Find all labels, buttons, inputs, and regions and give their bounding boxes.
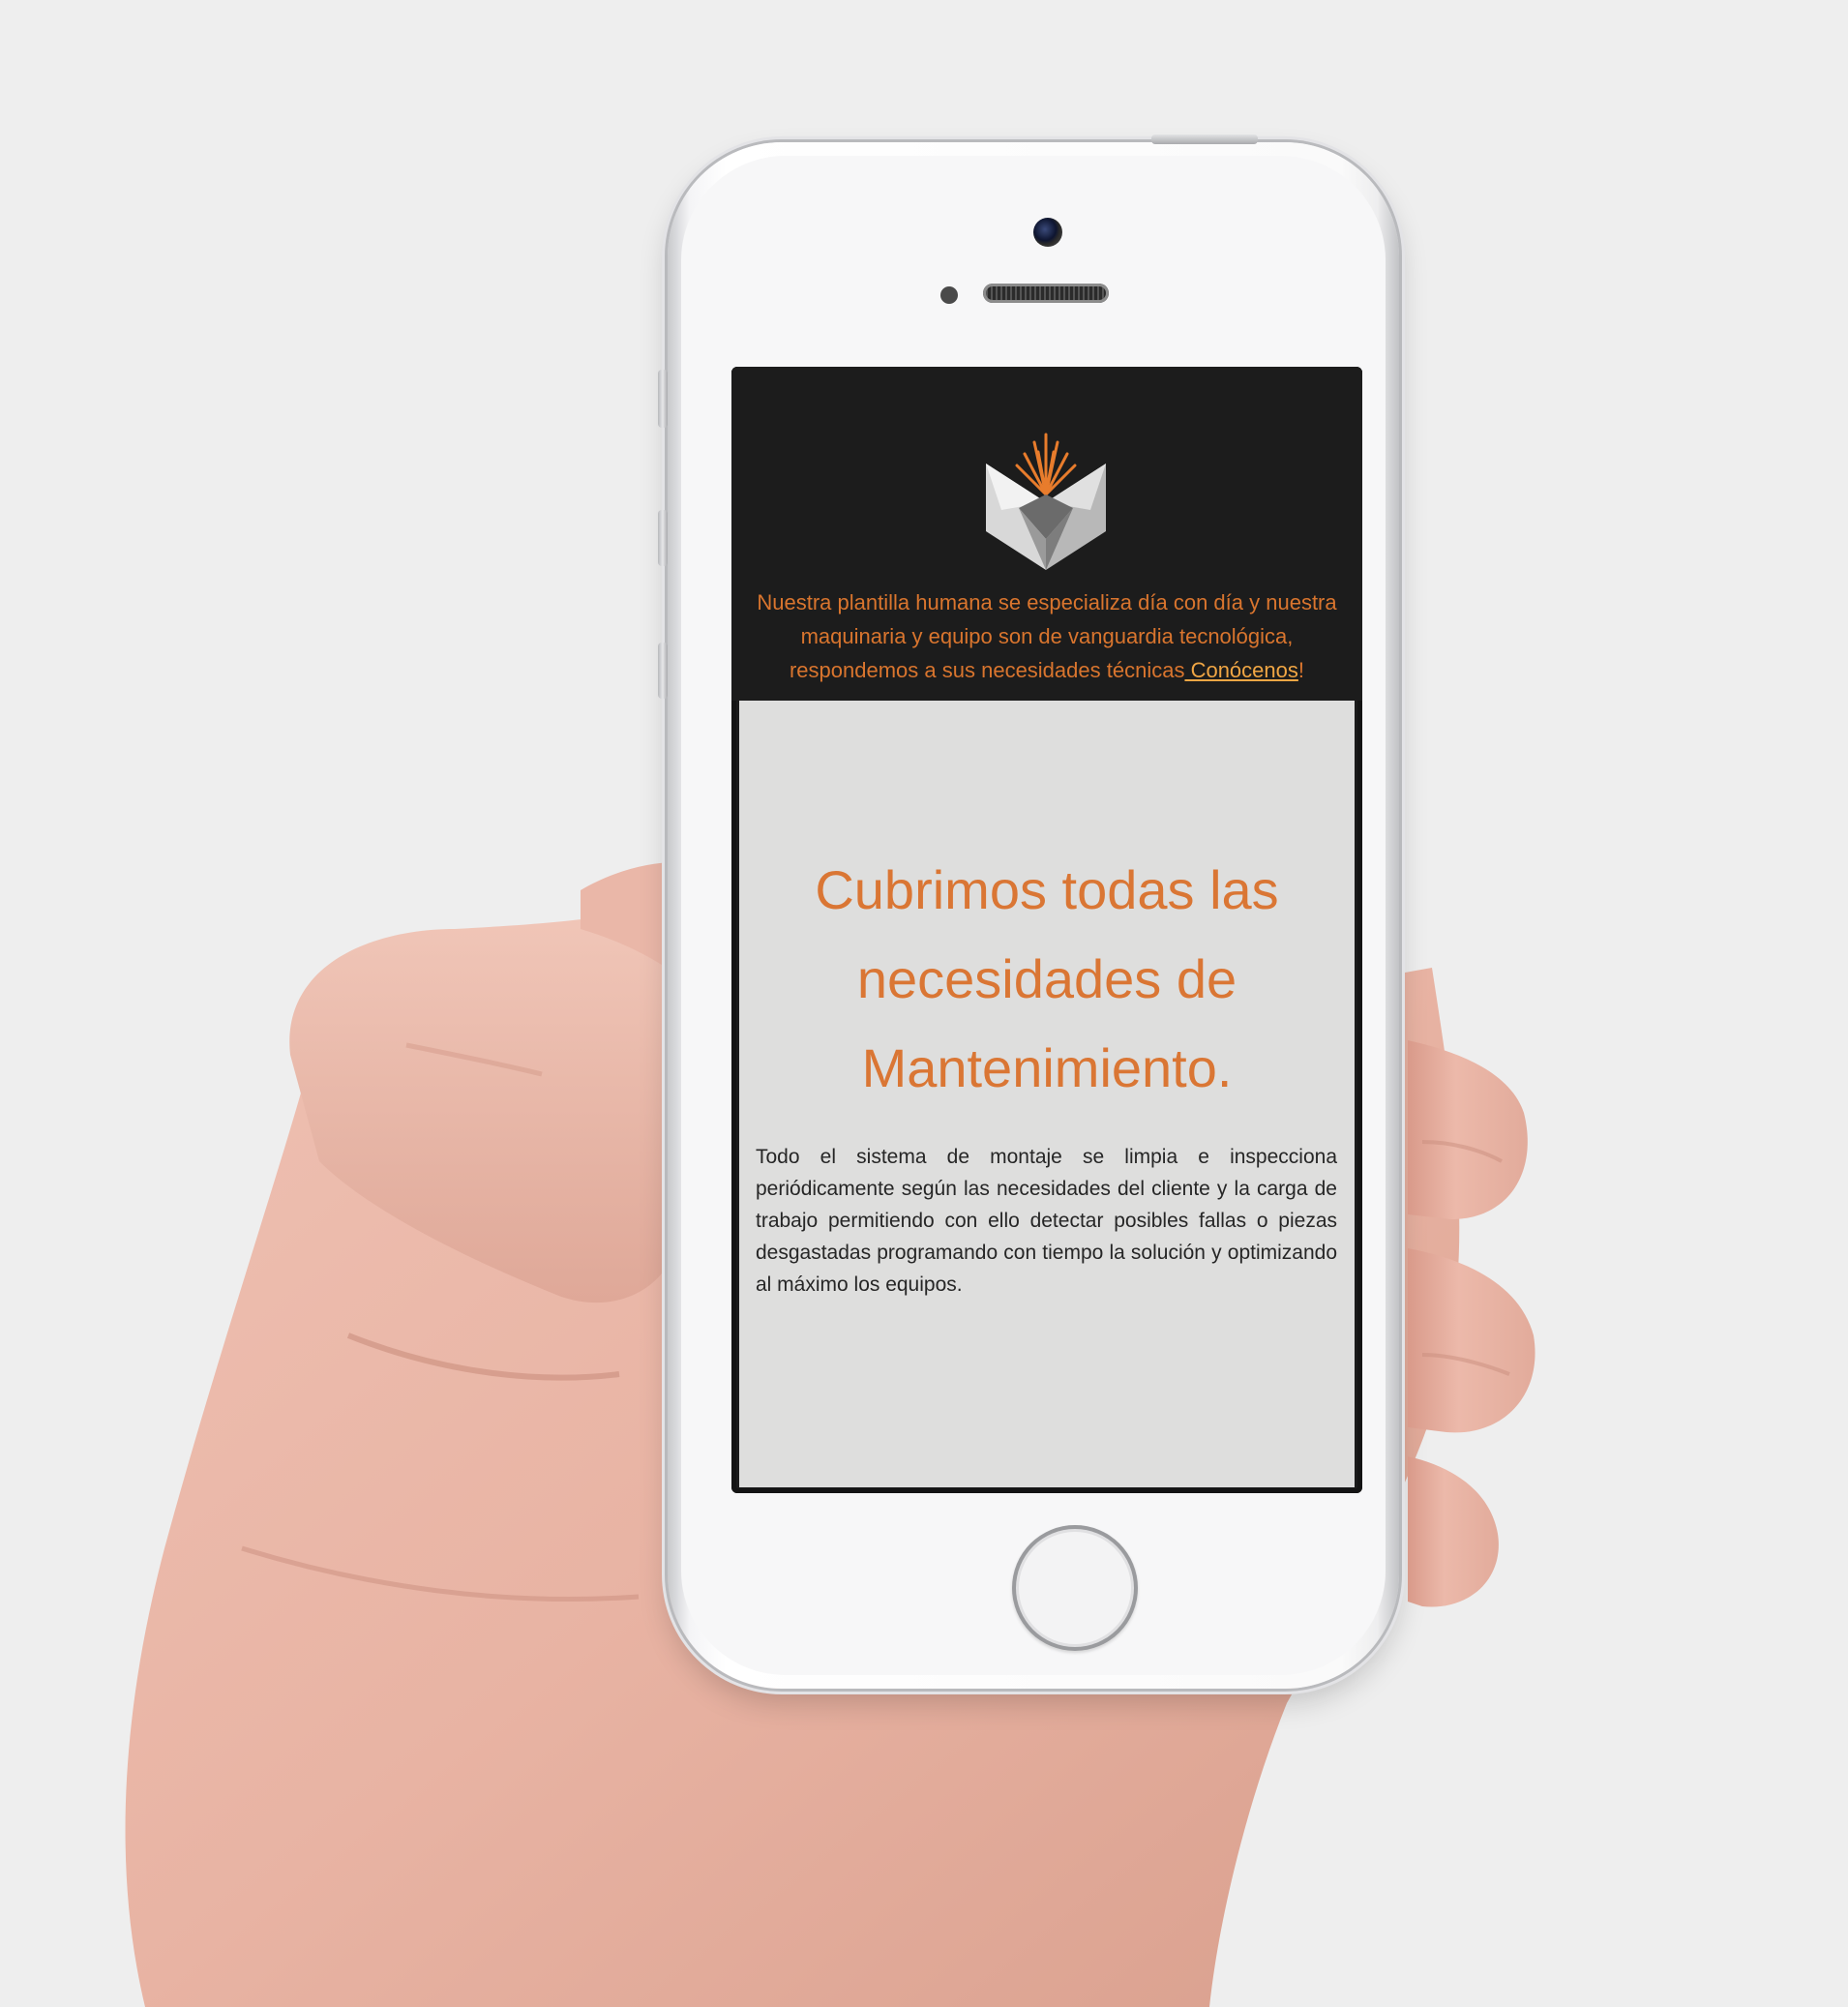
volume-down-button (658, 643, 668, 699)
site-header: Nuestra plantilla humana se especializa … (731, 367, 1362, 701)
mockup-stage: Nuestra plantilla humana se especializa … (0, 0, 1848, 2007)
company-logo-icon (986, 433, 1106, 570)
volume-up-button (658, 510, 668, 566)
body-paragraph: Todo el sistema de montaje se limpia e i… (756, 1146, 1337, 1296)
intro-end: ! (1297, 658, 1304, 682)
phone-face: Nuestra plantilla humana se especializa … (681, 156, 1386, 1675)
phone-device: Nuestra plantilla humana se especializa … (658, 135, 1399, 1689)
front-camera-icon (1033, 218, 1062, 247)
page-headline: Cubrimos todas las necesidades de Manten… (815, 859, 1279, 1098)
silent-switch (658, 370, 668, 428)
intro-paragraph: Nuestra plantilla humana se especializa … (751, 585, 1343, 687)
earpiece-speaker (983, 284, 1109, 303)
home-button[interactable] (1012, 1525, 1138, 1651)
main-content: Cubrimos todas las necesidades de Manten… (739, 701, 1355, 1487)
conocenos-link[interactable]: Conócenos (1184, 658, 1298, 682)
proximity-sensor (940, 286, 958, 304)
phone-screen: Nuestra plantilla humana se especializa … (731, 367, 1362, 1493)
power-button (1151, 135, 1258, 144)
